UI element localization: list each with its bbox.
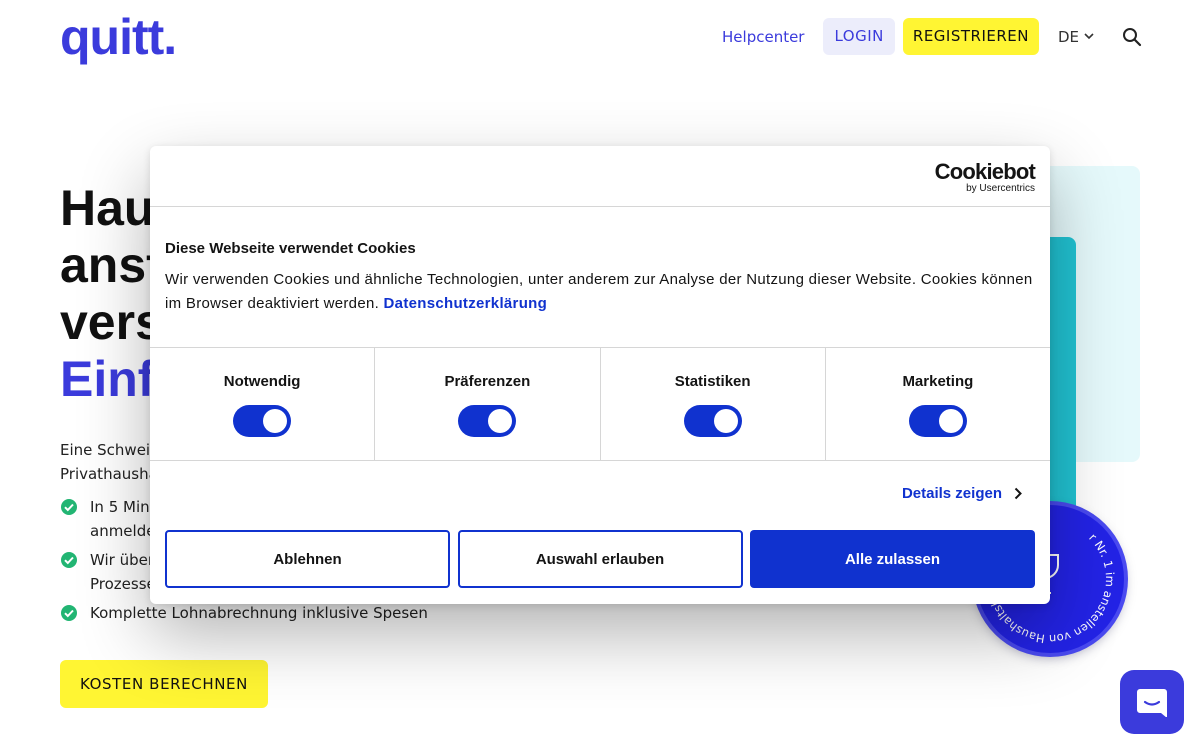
category-label: Präferenzen (444, 373, 531, 390)
marketing-toggle[interactable] (908, 405, 967, 437)
category-label: Notwendig (223, 373, 301, 390)
helpcenter-link[interactable]: Helpcenter (722, 28, 804, 46)
chat-button[interactable] (1120, 670, 1184, 734)
cookie-consent-dialog: Cookiebot by Usercentrics Diese Webseite… (150, 146, 1050, 604)
divider (150, 206, 1050, 207)
toggle-knob (263, 409, 288, 433)
cookiebot-brand: Cookiebot (934, 159, 1036, 184)
cookiebot-logo: Cookiebot by Usercentrics (934, 159, 1036, 195)
quitt-logo[interactable]: quitt. (60, 8, 177, 66)
feature-text: anmelde (90, 522, 156, 540)
calculate-costs-button[interactable]: KOSTEN BERECHNEN (60, 660, 268, 708)
chevron-down-icon (1084, 33, 1094, 40)
allow-selection-button[interactable]: Auswahl erlauben (457, 530, 743, 588)
category-label: Statistiken (674, 373, 751, 390)
language-label: DE (1057, 27, 1079, 46)
login-button[interactable]: LOGIN (823, 18, 895, 55)
cookie-category-preferences: Präferenzen (375, 347, 601, 461)
allow-all-button[interactable]: Alle zulassen (750, 530, 1035, 588)
privacy-policy-link[interactable]: Datenschutzerklärung (384, 295, 548, 312)
statistics-toggle[interactable] (683, 405, 742, 437)
cookie-categories: Notwendig Präferenzen Statistiken Market… (150, 347, 1050, 461)
top-nav: Helpcenter LOGIN REGISTRIEREN DE (722, 18, 1142, 55)
check-circle-icon (61, 605, 77, 621)
cookie-category-statistics: Statistiken (601, 347, 826, 461)
chat-icon (1137, 689, 1167, 717)
cookie-dialog-title: Diese Webseite verwendet Cookies (165, 240, 416, 257)
register-button[interactable]: REGISTRIEREN (902, 18, 1039, 55)
cookie-description: Wir verwenden Cookies und ähnliche Techn… (165, 271, 1033, 312)
cookie-button-row: Ablehnen Auswahl erlauben Alle zulassen (165, 530, 1035, 588)
feature-text: Prozesse (90, 575, 156, 593)
check-circle-icon (61, 552, 77, 568)
cookie-category-necessary: Notwendig (150, 347, 376, 461)
reject-button[interactable]: Ablehnen (165, 530, 450, 588)
language-selector[interactable]: DE (1058, 28, 1094, 46)
feature-item: Komplette Lohnabrechnung inklusive Spese… (60, 601, 580, 625)
cookie-category-marketing: Marketing (826, 347, 1050, 461)
check-circle-icon (61, 499, 77, 515)
toggle-knob (938, 409, 963, 433)
cookiebot-brand-sub: by Usercentrics (966, 183, 1035, 194)
toggle-knob (488, 409, 513, 433)
divider (150, 460, 1050, 461)
show-details-label: Details zeigen (901, 485, 1002, 502)
chevron-right-icon (1014, 487, 1022, 500)
feature-text: Komplette Lohnabrechnung inklusive Spese… (90, 604, 428, 622)
feature-text: In 5 Minu (90, 498, 160, 516)
feature-text: Wir über (90, 551, 155, 569)
preferences-toggle[interactable] (458, 405, 517, 437)
cookie-dialog-text: Wir verwenden Cookies und ähnliche Techn… (165, 268, 1035, 316)
search-icon[interactable] (1122, 27, 1142, 47)
show-details-link[interactable]: Details zeigen (902, 485, 1022, 502)
category-label: Marketing (902, 373, 974, 390)
necessary-toggle[interactable] (233, 405, 292, 437)
toggle-knob (713, 409, 738, 433)
